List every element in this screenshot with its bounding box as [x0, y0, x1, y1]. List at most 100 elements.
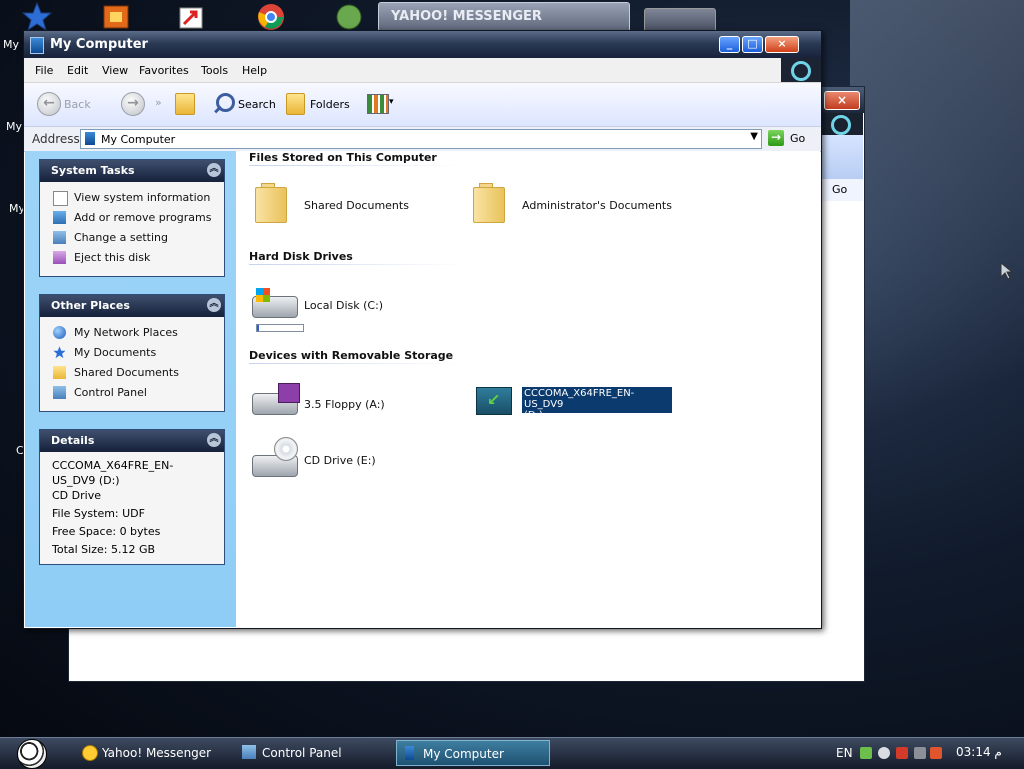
- taskbar-control-panel[interactable]: Control Panel: [240, 740, 390, 766]
- yahoo-messenger-tab[interactable]: YAHOO! MESSENGER: [378, 2, 630, 32]
- forward-arrow-icon[interactable]: →: [121, 92, 145, 116]
- task-label: View system information: [74, 191, 211, 204]
- eject-icon: [53, 251, 66, 264]
- yahoo-smiley-icon: [82, 745, 98, 761]
- menu-help[interactable]: Help: [242, 64, 267, 77]
- my-computer-window[interactable]: My Computer _ □ × File Edit View Favorit…: [23, 30, 822, 629]
- system-tasks-title: System Tasks: [51, 164, 135, 177]
- address-dropdown-icon[interactable]: ▼: [750, 131, 758, 142]
- background-left-pane: [69, 623, 281, 680]
- network-tray-icon[interactable]: [860, 747, 872, 759]
- window-titlebar[interactable]: My Computer _ □ ×: [24, 31, 821, 58]
- go-button[interactable]: → Go: [766, 129, 816, 148]
- floppy-drive-icon: [252, 381, 300, 417]
- messenger-tray-icon[interactable]: [878, 747, 890, 759]
- menu-edit[interactable]: Edit: [67, 64, 88, 77]
- folders-icon[interactable]: [286, 93, 305, 115]
- task-label: Eject this disk: [74, 251, 151, 264]
- checklist-icon: [53, 191, 68, 206]
- star-shortcut-icon[interactable]: [21, 1, 58, 32]
- taskbar-yahoo-messenger[interactable]: Yahoo! Messenger: [80, 740, 230, 766]
- alert-tray-icon[interactable]: [930, 747, 942, 759]
- place-control-panel[interactable]: Control Panel: [40, 383, 224, 403]
- details-type: CD Drive: [52, 489, 101, 502]
- forward-dropdown[interactable]: »: [155, 96, 162, 109]
- back-arrow-icon[interactable]: ←: [37, 92, 61, 116]
- collapse-chevron-icon[interactable]: ︽: [207, 298, 221, 312]
- task-add-remove-programs[interactable]: Add or remove programs: [40, 208, 224, 228]
- taskbar-item-label: Control Panel: [262, 746, 342, 760]
- shortcut-arrow-icon[interactable]: [176, 2, 212, 32]
- menu-favorites[interactable]: Favorites: [139, 64, 189, 77]
- section-rule: [249, 363, 464, 364]
- item-label: Administrator's Documents: [522, 199, 672, 212]
- disk-usage-bar: [256, 324, 304, 332]
- minimize-button[interactable]: _: [719, 36, 740, 53]
- task-change-setting[interactable]: Change a setting: [40, 228, 224, 248]
- disk-usage-fill: [257, 325, 260, 331]
- place-my-documents[interactable]: My Documents: [40, 343, 224, 363]
- taskbar-my-computer[interactable]: My Computer: [396, 740, 550, 766]
- clock[interactable]: 03:14 م: [956, 745, 1002, 759]
- hard-drive-icon: [252, 284, 300, 320]
- item-shared-documents[interactable]: Shared Documents: [253, 181, 433, 229]
- section-rule: [249, 165, 464, 166]
- item-administrators-documents[interactable]: Administrator's Documents: [471, 181, 691, 229]
- search-button-label[interactable]: Search: [238, 98, 276, 111]
- background-close-button[interactable]: ×: [824, 91, 860, 110]
- app-shortcut-icon[interactable]: [100, 2, 136, 32]
- item-label: Shared Documents: [304, 199, 409, 212]
- control-panel-icon: [242, 745, 256, 759]
- views-icon[interactable]: [367, 94, 389, 114]
- views-dropdown-icon[interactable]: ▾: [389, 97, 394, 107]
- place-label: My Network Places: [74, 326, 178, 339]
- security-shield-tray-icon[interactable]: [896, 747, 908, 759]
- menu-file[interactable]: File: [35, 64, 53, 77]
- collapse-chevron-icon[interactable]: ︽: [207, 433, 221, 447]
- background-logo-area: [821, 113, 863, 135]
- details-total-size: Total Size: 5.12 GB: [52, 543, 156, 556]
- up-folder-icon[interactable]: [175, 93, 195, 115]
- folders-button-label[interactable]: Folders: [310, 98, 350, 111]
- item-floppy-drive[interactable]: 3.5 Floppy (A:): [252, 381, 432, 429]
- item-label: 3.5 Floppy (A:): [304, 398, 385, 411]
- maximize-button[interactable]: □: [742, 36, 763, 53]
- place-my-network-places[interactable]: My Network Places: [40, 323, 224, 343]
- task-eject-disk[interactable]: Eject this disk: [40, 248, 224, 268]
- usb-drive-label-line1: CCCOMA_X64FRE_EN-US_DV9: [524, 388, 635, 410]
- background-go-button[interactable]: Go: [821, 179, 863, 201]
- address-input[interactable]: My Computer ▼: [80, 129, 762, 149]
- desktop-label-2: My: [6, 120, 23, 133]
- item-local-disk[interactable]: Local Disk (C:): [252, 284, 432, 332]
- language-indicator[interactable]: EN: [836, 746, 853, 760]
- mouse-cursor-icon: [1000, 261, 1014, 283]
- window-title: My Computer: [50, 37, 148, 52]
- chrome-icon[interactable]: [256, 2, 292, 32]
- task-label: Change a setting: [74, 231, 168, 244]
- my-computer-icon: [405, 746, 414, 760]
- place-label: Control Panel: [74, 386, 147, 399]
- item-usb-drive-d[interactable]: ↙ CCCOMA_X64FRE_EN-US_DV9 (D:): [476, 385, 696, 433]
- start-button-soccer-ball-icon[interactable]: [17, 739, 47, 769]
- green-app-icon[interactable]: [334, 2, 370, 32]
- details-title: Details: [51, 434, 95, 447]
- details-file-system: File System: UDF: [52, 507, 145, 520]
- close-button[interactable]: ×: [765, 36, 799, 53]
- globe-icon: [53, 326, 66, 339]
- task-view-system-information[interactable]: View system information: [40, 188, 224, 208]
- app-tray-icon[interactable]: [914, 747, 926, 759]
- place-shared-documents[interactable]: Shared Documents: [40, 363, 224, 383]
- menu-tools[interactable]: Tools: [201, 64, 228, 77]
- system-tasks-header[interactable]: System Tasks ︽: [40, 160, 224, 182]
- windows-flag-icon: [256, 288, 270, 302]
- other-places-header[interactable]: Other Places ︽: [40, 295, 224, 317]
- details-header[interactable]: Details ︽: [40, 430, 224, 452]
- back-button-label[interactable]: Back: [64, 98, 91, 111]
- item-label: CD Drive (E:): [304, 454, 376, 467]
- address-bar: Address My Computer ▼ → Go: [24, 127, 821, 152]
- yahoo-messenger-tab-label: YAHOO! MESSENGER: [391, 9, 542, 24]
- item-cd-drive[interactable]: CD Drive (E:): [252, 437, 432, 485]
- menu-view[interactable]: View: [102, 64, 128, 77]
- background-logo-ring-icon: [831, 115, 851, 135]
- collapse-chevron-icon[interactable]: ︽: [207, 163, 221, 177]
